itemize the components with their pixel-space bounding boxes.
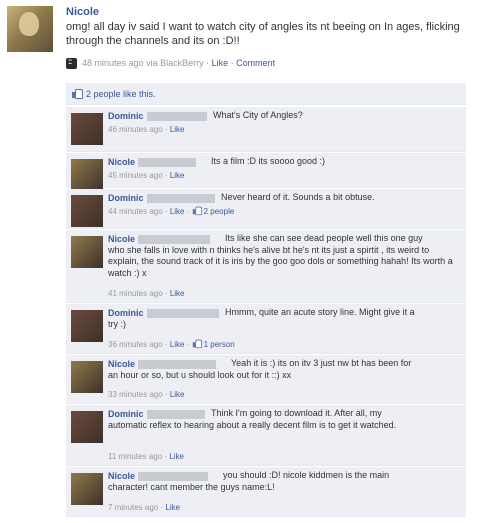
redacted-surname (138, 360, 217, 370)
comment-item: Nicole Yeah it is :) its on itv 3 just nw… (66, 355, 466, 404)
comment-text-continued: automatic reflex to hearing about a real… (108, 419, 397, 430)
comment-author-name[interactable]: Nicole (108, 234, 135, 244)
comment-avatar[interactable] (71, 195, 103, 227)
post-comment-link[interactable]: Comment (236, 57, 275, 69)
likes-bar: 2 people like this. (66, 83, 466, 105)
redacted-surname (138, 472, 209, 482)
comment-author[interactable]: Nicole (108, 156, 197, 168)
comment-author-name[interactable]: Nicole (108, 471, 135, 481)
comment-avatar[interactable] (71, 361, 103, 393)
redacted-surname (146, 112, 207, 122)
comment-author[interactable]: Dominic (108, 110, 207, 122)
comment-time[interactable]: 46 minutes ago (108, 125, 163, 134)
comment-meta: 33 minutes ago · Like (108, 390, 185, 399)
redacted-surname (138, 235, 211, 245)
comment-item: Nicole you should :D! nicole kiddmen is t… (66, 467, 466, 517)
thumbs-up-icon (192, 206, 202, 216)
comment-time[interactable]: 7 minutes ago (108, 503, 158, 512)
comment-item: Dominic Hmmm, quite an acute story line. … (66, 304, 466, 354)
post-text: omg! all day iv said I want to watch cit… (66, 21, 460, 47)
thumbs-up-icon (72, 89, 83, 99)
comment-time[interactable]: 11 minutes ago (108, 452, 162, 461)
comment-like-link[interactable]: Like (170, 390, 185, 399)
comment-text: Never heard of it. Sounds a bit obtuse. (221, 192, 375, 202)
comment-author-name[interactable]: Nicole (108, 359, 135, 369)
comment-meta: 11 minutes ago · Like (108, 452, 184, 461)
post-author-avatar[interactable] (7, 6, 53, 52)
comment-time[interactable]: 45 minutes ago (108, 171, 163, 180)
thumbs-up-icon (192, 339, 202, 349)
comment-like-count[interactable]: 1 person (204, 340, 235, 349)
comment-time[interactable]: 41 minutes ago (108, 289, 163, 298)
comment-text-continued: character! cant member the guys name:L! (108, 481, 275, 492)
post-via[interactable]: via BlackBerry (146, 57, 204, 69)
comment-text-continued: try :) (108, 318, 126, 329)
comment-author-name[interactable]: Nicole (108, 157, 135, 167)
comment-author-name[interactable]: Dominic (108, 308, 144, 318)
redacted-surname (146, 410, 205, 420)
redacted-surname (146, 309, 219, 319)
comment-text-first-line: Hmmm, quite an acute story line. Might g… (225, 307, 415, 317)
comment-item: Dominic Think I'm going to download it. A… (66, 405, 466, 466)
comment-time[interactable]: 44 minutes ago (108, 207, 163, 216)
comment-like-link[interactable]: Like (170, 289, 185, 298)
comment-like-link[interactable]: Like (169, 452, 184, 461)
comment-author-name[interactable]: Dominic (108, 111, 144, 121)
comment-text-continued: an hour or so, but u should look out for… (108, 369, 292, 380)
comment-avatar[interactable] (71, 159, 103, 191)
comment-author[interactable]: Dominic (108, 307, 219, 319)
comment-text-first-line: Think I'm going to download it. After al… (211, 408, 382, 418)
comment-text-first-line: Its like she can see dead people well th… (225, 233, 423, 243)
comment-like-count[interactable]: 2 people (204, 207, 235, 216)
comment-meta: 44 minutes ago · Like · 2 people (108, 206, 235, 216)
comment-avatar[interactable] (71, 113, 103, 145)
comment-meta: 46 minutes ago · Like (108, 125, 185, 134)
comment-like-link[interactable]: Like (170, 340, 185, 349)
blackberry-icon (66, 56, 77, 69)
comment-author[interactable]: Nicole (108, 470, 209, 482)
post-like-link[interactable]: Like (212, 57, 229, 69)
comment-text-continued: who she falls in love with n thinks he's… (108, 244, 453, 278)
comment-author[interactable]: Dominic (108, 192, 215, 204)
redacted-surname (138, 158, 197, 168)
comment-avatar[interactable] (71, 473, 103, 505)
comment-text: What's City of Angles? (213, 110, 303, 120)
post-body: Nicole omg! all day iv said I want to wa… (66, 5, 474, 48)
comment-time[interactable]: 36 minutes ago (108, 340, 163, 349)
comment-like-link[interactable]: Like (170, 207, 185, 216)
comment-time[interactable]: 33 minutes ago (108, 390, 163, 399)
comment-author[interactable]: Nicole (108, 233, 211, 245)
post-time[interactable]: 48 minutes ago (82, 57, 144, 69)
post-author-name[interactable]: Nicole (66, 5, 474, 19)
redacted-surname (146, 194, 215, 204)
comment-meta: 45 minutes ago · Like (108, 171, 185, 180)
comment-item: Nicole Its a film :D its soooo good :) 45 … (66, 153, 466, 191)
comment-text-first-line: you should :D! nicole kiddmen is the mai… (223, 470, 390, 480)
comment-item: Dominic What's City of Angles? 46 minutes … (66, 107, 466, 152)
comment-avatar[interactable] (71, 236, 103, 268)
comment-meta: 36 minutes ago · Like · 1 person (108, 339, 235, 349)
comment-like-link[interactable]: Like (170, 171, 185, 180)
comment-item: Dominic Never heard of it. Sounds a bit o… (66, 189, 466, 229)
comment-author[interactable]: Dominic (108, 408, 205, 420)
comment-item: Nicole Its like she can see dead people w… (66, 230, 466, 303)
comment-avatar[interactable] (71, 310, 103, 342)
comment-author-name[interactable]: Dominic (108, 409, 144, 419)
comment-text: Its a film :D its soooo good :) (211, 156, 326, 166)
comment-like-link[interactable]: Like (165, 503, 180, 512)
post-meta: 48 minutes ago via BlackBerry · Like · C… (66, 56, 275, 69)
comment-meta: 41 minutes ago · Like (108, 289, 185, 298)
comment-author[interactable]: Nicole (108, 358, 217, 370)
comment-author-name[interactable]: Dominic (108, 193, 144, 203)
comment-avatar[interactable] (71, 411, 103, 443)
comment-meta: 7 minutes ago · Like (108, 503, 181, 512)
comment-text-first-line: Yeah it is :) its on itv 3 just nw bt ha… (231, 358, 412, 368)
comment-like-link[interactable]: Like (170, 125, 185, 134)
likes-count[interactable]: 2 people like this. (86, 89, 156, 99)
